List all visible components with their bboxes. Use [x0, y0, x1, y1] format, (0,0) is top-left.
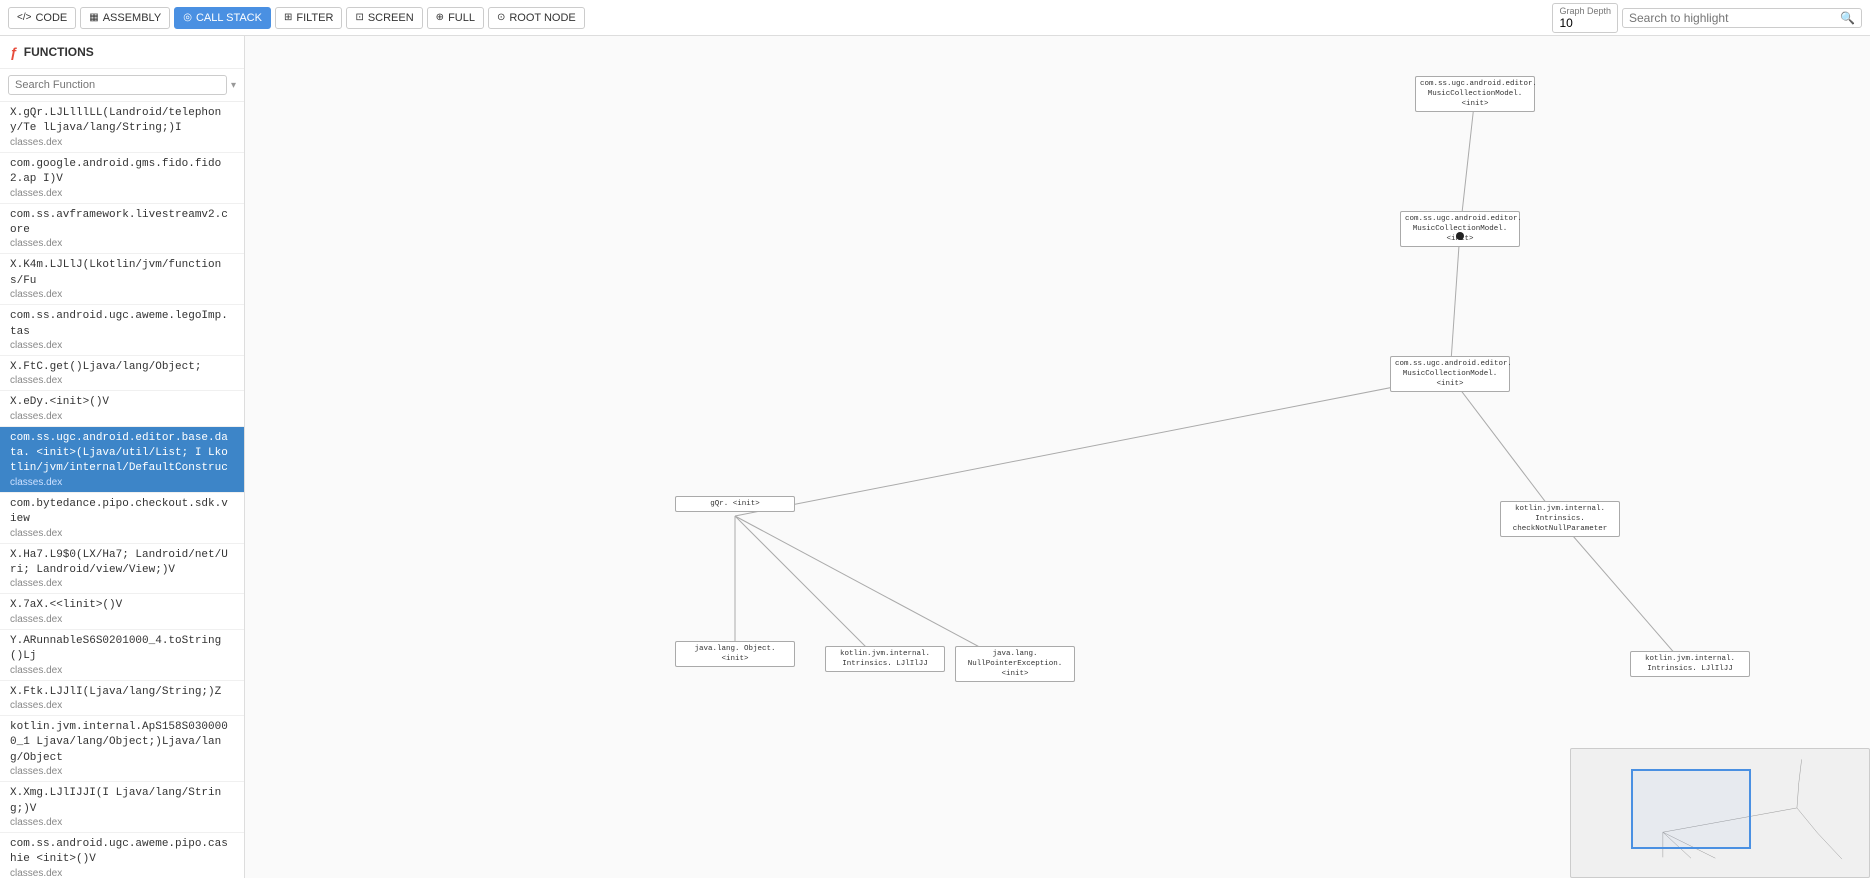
graph-node-n7[interactable]: kotlin.jvm.internal. Intrinsics. LJlIlJJ — [825, 646, 945, 696]
sidebar-item-label: kotlin.jvm.internal.ApS158S0300000_1 Lja… — [10, 720, 234, 766]
sidebar-item-sub: classes.dex — [10, 528, 234, 539]
sidebar-item-label: com.ss.avframework.livestreamv2.core — [10, 208, 234, 239]
sidebar-item-label: com.ss.ugc.android.editor.base.data. <in… — [10, 431, 234, 477]
sidebar-item[interactable]: X.Ha7.L9$0(LX/Ha7; Landroid/net/Uri; Lan… — [0, 544, 244, 595]
sidebar-item-sub: classes.dex — [10, 188, 234, 199]
sidebar-header: ƒ FUNCTIONS — [0, 36, 244, 69]
graph-depth-input[interactable] — [1559, 16, 1599, 30]
call-stack-button[interactable]: ◎ CALL STACK — [174, 7, 271, 29]
minimap-viewport[interactable] — [1631, 769, 1751, 849]
sidebar-item-sub: classes.dex — [10, 665, 234, 676]
full-button[interactable]: ⊕ FULL — [427, 7, 484, 29]
screen-icon: ⊡ — [355, 12, 363, 23]
sidebar-item-sub: classes.dex — [10, 477, 234, 488]
toolbar: </> CODE ▦ ASSEMBLY ◎ CALL STACK ⊞ FILTE… — [0, 0, 1870, 36]
sidebar-item[interactable]: X.Ftk.LJJlI(Ljava/lang/String;)Zclasses.… — [0, 681, 244, 716]
search-icon: 🔍 — [1840, 11, 1855, 25]
sidebar-item[interactable]: X.K4m.LJLlJ(Lkotlin/jvm/functions/Fuclas… — [0, 254, 244, 305]
main-layout: ƒ FUNCTIONS ▾ X.gQr.LJLlllLL(Landroid/te… — [0, 0, 1870, 878]
sidebar-item-label: X.Ha7.L9$0(LX/Ha7; Landroid/net/Uri; Lan… — [10, 548, 234, 579]
sidebar-item[interactable]: com.ss.ugc.android.editor.base.data. <in… — [0, 427, 244, 493]
sidebar-item[interactable]: X.eDy.<init>()Vclasses.dex — [0, 391, 244, 426]
sidebar-item-sub: classes.dex — [10, 375, 234, 386]
sidebar-item-sub: classes.dex — [10, 766, 234, 777]
sidebar-item-sub: classes.dex — [10, 340, 234, 351]
graph-node-n2[interactable]: com.ss.ugc.android.editor.base.data. Mus… — [1400, 211, 1520, 261]
graph-area[interactable]: com.ss.ugc.android.editor.base.data. Mus… — [245, 36, 1870, 878]
graph-depth-label: Graph Depth — [1559, 6, 1611, 16]
sidebar-item-label: X.FtC.get()Ljava/lang/Object; — [10, 360, 234, 375]
sidebar-item-sub: classes.dex — [10, 411, 234, 422]
graph-node-n1[interactable]: com.ss.ugc.android.editor.base.data. Mus… — [1415, 76, 1535, 126]
sidebar-item-sub: classes.dex — [10, 238, 234, 249]
filter-button[interactable]: ⊞ FILTER — [275, 7, 342, 29]
sidebar-item-label: com.ss.android.ugc.aweme.pipo.cashie <in… — [10, 837, 234, 868]
graph-node-n6[interactable]: java.lang. Object. <init> — [675, 641, 795, 691]
sidebar-item[interactable]: com.ss.android.ugc.aweme.legoImp.tasclas… — [0, 305, 244, 356]
sidebar-item-label: X.gQr.LJLlllLL(Landroid/telephony/Te lLj… — [10, 106, 234, 137]
graph-node-n9[interactable]: kotlin.jvm.internal. Intrinsics. LJlIlJJ — [1630, 651, 1750, 701]
sidebar-item-sub: classes.dex — [10, 817, 234, 828]
sidebar-item-label: X.K4m.LJLlJ(Lkotlin/jvm/functions/Fu — [10, 258, 234, 289]
call-stack-icon: ◎ — [183, 12, 192, 23]
graph-depth-container: Graph Depth 🔍 — [1552, 3, 1862, 33]
sidebar-item[interactable]: com.ss.android.ugc.aweme.pipo.cashie <in… — [0, 833, 244, 878]
code-icon: </> — [17, 12, 31, 23]
sidebar-item-label: com.google.android.gms.fido.fido2.ap I)V — [10, 157, 234, 188]
screen-button[interactable]: ⊡ SCREEN — [346, 7, 422, 29]
sidebar-item-label: X.Xmg.LJlIJJI(I Ljava/lang/String;)V — [10, 786, 234, 817]
chevron-down-icon[interactable]: ▾ — [231, 80, 236, 91]
root-node-button[interactable]: ⊙ ROOT NODE — [488, 7, 585, 29]
code-button[interactable]: </> CODE — [8, 7, 76, 29]
functions-icon: ƒ — [10, 44, 18, 60]
search-highlight-container: 🔍 — [1622, 8, 1862, 28]
sidebar-search: ▾ — [0, 69, 244, 102]
sidebar-item[interactable]: Y.ARunnableS6S0201000_4.toString()Ljclas… — [0, 630, 244, 681]
sidebar-item-sub: classes.dex — [10, 700, 234, 711]
sidebar-item-sub: classes.dex — [10, 578, 234, 589]
sidebar-item-label: Y.ARunnableS6S0201000_4.toString()Lj — [10, 634, 234, 665]
sidebar-title: FUNCTIONS — [24, 45, 94, 59]
sidebar-item-sub: classes.dex — [10, 614, 234, 625]
graph-node-n5[interactable]: kotlin.jvm.internal. Intrinsics. checkNo… — [1500, 501, 1620, 551]
sidebar-item[interactable]: X.gQr.LJLlllLL(Landroid/telephony/Te lLj… — [0, 102, 244, 153]
sidebar-item-sub: classes.dex — [10, 289, 234, 300]
sidebar-item-sub: classes.dex — [10, 868, 234, 878]
graph-node-n4[interactable]: gQr. <init> — [675, 496, 795, 532]
sidebar: ƒ FUNCTIONS ▾ X.gQr.LJLlllLL(Landroid/te… — [0, 36, 245, 878]
sidebar-item-label: com.bytedance.pipo.checkout.sdk.view — [10, 497, 234, 528]
sidebar-item-sub: classes.dex — [10, 137, 234, 148]
search-highlight-input[interactable] — [1629, 11, 1840, 25]
assembly-button[interactable]: ▦ ASSEMBLY — [80, 7, 170, 29]
sidebar-item-label: X.eDy.<init>()V — [10, 395, 234, 410]
root-node-icon: ⊙ — [497, 12, 505, 23]
full-icon: ⊕ — [436, 12, 444, 23]
sidebar-item[interactable]: com.google.android.gms.fido.fido2.ap I)V… — [0, 153, 244, 204]
sidebar-item[interactable]: X.FtC.get()Ljava/lang/Object;classes.dex — [0, 356, 244, 391]
graph-node-n3[interactable]: com.ss.ugc.android.editor.base.data. Mus… — [1390, 356, 1510, 406]
minimap — [1570, 748, 1870, 878]
sidebar-item[interactable]: com.ss.avframework.livestreamv2.coreclas… — [0, 204, 244, 255]
sidebar-list: X.gQr.LJLlllLL(Landroid/telephony/Te lLj… — [0, 102, 244, 878]
graph-node-n8[interactable]: java.lang. NullPointerException. <init> — [955, 646, 1075, 696]
sidebar-item[interactable]: X.Xmg.LJlIJJI(I Ljava/lang/String;)Vclas… — [0, 782, 244, 833]
sidebar-item[interactable]: kotlin.jvm.internal.ApS158S0300000_1 Lja… — [0, 716, 244, 782]
filter-icon: ⊞ — [284, 12, 292, 23]
sidebar-item[interactable]: com.bytedance.pipo.checkout.sdk.viewclas… — [0, 493, 244, 544]
sidebar-item-label: X.7aX.<<linit>()V — [10, 598, 234, 613]
sidebar-item-label: X.Ftk.LJJlI(Ljava/lang/String;)Z — [10, 685, 234, 700]
sidebar-item-label: com.ss.android.ugc.aweme.legoImp.tas — [10, 309, 234, 340]
sidebar-item[interactable]: X.7aX.<<linit>()Vclasses.dex — [0, 594, 244, 629]
assembly-icon: ▦ — [89, 12, 98, 23]
search-function-input[interactable] — [8, 75, 227, 95]
